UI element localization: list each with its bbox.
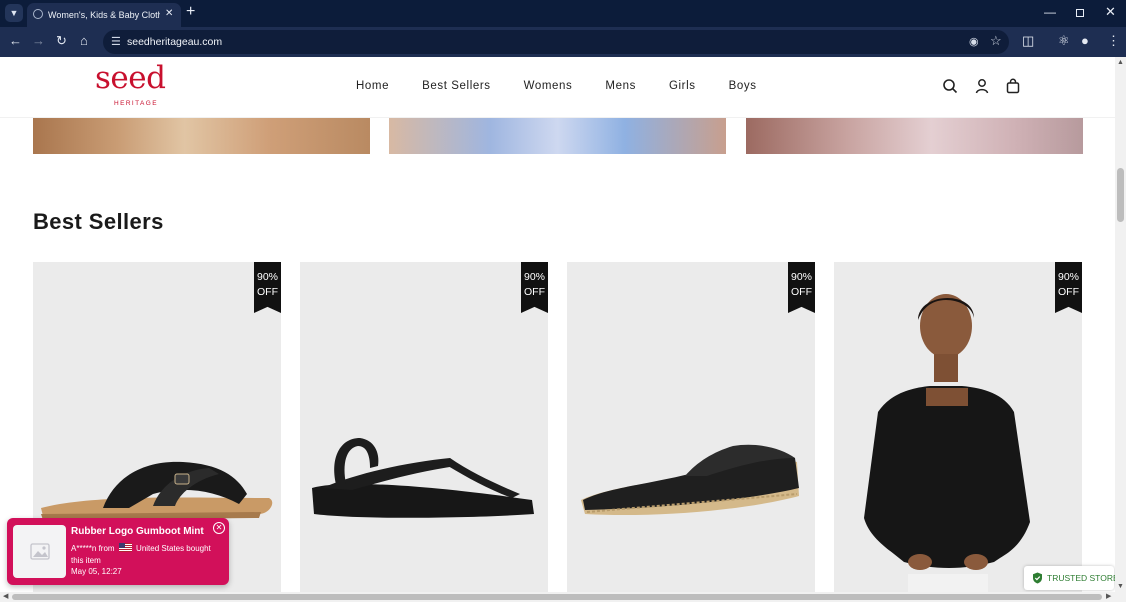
url-text[interactable]: seedheritageau.com [127, 35, 222, 49]
minimize-icon[interactable]: — [1044, 5, 1056, 19]
home-icon[interactable]: ⌂ [80, 33, 88, 49]
popup-time: May 05, 12:27 [71, 567, 122, 576]
browser-toolbar: ← → ↻ ⌂ ☰ seedheritageau.com ◉ ☆ ◫ ⚛ ● ⋮ [0, 27, 1126, 57]
nav-womens[interactable]: Womens [524, 78, 573, 94]
badge-percent: 90% [523, 271, 545, 283]
badge-off: OFF [1058, 286, 1079, 298]
badge-off: OFF [257, 286, 278, 298]
new-tab-icon[interactable]: + [186, 3, 195, 21]
bag-icon[interactable] [1005, 78, 1021, 94]
category-banner-womens[interactable] [33, 118, 370, 154]
discount-badge: 90% OFF [788, 262, 815, 313]
product-card[interactable]: 90% OFF [834, 262, 1082, 592]
trusted-store-label: TRUSTED STORE [1047, 573, 1119, 583]
extensions-icon[interactable]: ◫ [1022, 33, 1034, 49]
scroll-up-icon[interactable]: ▲ [1117, 59, 1124, 67]
popup-close-icon[interactable]: ✕ [213, 522, 225, 534]
nav-home[interactable]: Home [356, 78, 389, 94]
popup-location: United States bought [136, 544, 211, 553]
us-flag-icon [118, 543, 132, 552]
main-nav: Home Best Sellers Womens Mens Girls Boys [356, 78, 790, 94]
window-close-icon[interactable]: ✕ [1105, 4, 1116, 20]
scroll-left-icon[interactable]: ◀ [3, 593, 8, 601]
product-image-sandal-flatform [312, 438, 534, 518]
address-bar[interactable]: ☰ seedheritageau.com ◉ ☆ [103, 30, 1009, 54]
user-icon[interactable] [974, 78, 990, 94]
category-banner-mens[interactable] [389, 118, 726, 154]
tab-close-icon[interactable]: ✕ [165, 8, 173, 20]
nav-girls[interactable]: Girls [669, 78, 696, 94]
popup-buyer: A*****n from [71, 544, 115, 553]
tab-title: Women's, Kids & Baby Clothing [48, 10, 160, 20]
search-icon[interactable] [942, 78, 958, 94]
popup-product-title[interactable]: Rubber Logo Gumboot Mint [71, 525, 204, 539]
vertical-scrollbar-thumb[interactable] [1117, 168, 1124, 222]
site-header: seed HERITAGE Home Best Sellers Womens M… [0, 57, 1115, 118]
popup-thumbnail [13, 525, 66, 578]
logo-subtitle: HERITAGE [114, 100, 158, 107]
shield-check-icon [1033, 572, 1042, 584]
profile-icon[interactable]: ● [1081, 33, 1089, 49]
tab-search-button[interactable]: ▼ [5, 4, 23, 22]
scroll-right-icon[interactable]: ▶ [1106, 593, 1111, 601]
popup-buyer-line: A*****n from United States bought [71, 543, 211, 555]
product-card[interactable]: 90% OFF [300, 262, 548, 592]
product-card[interactable]: 90% OFF [567, 262, 815, 592]
nav-mens[interactable]: Mens [605, 78, 636, 94]
reload-icon[interactable]: ↻ [56, 33, 67, 49]
product-image-espadrille [581, 444, 799, 516]
nav-best-sellers[interactable]: Best Sellers [422, 78, 491, 94]
eye-off-icon[interactable]: ◉ [969, 34, 979, 50]
horizontal-scrollbar-thumb[interactable] [12, 594, 1102, 600]
forward-icon[interactable]: → [32, 33, 45, 49]
back-icon[interactable]: ← [9, 33, 22, 49]
browser-tab[interactable]: Women's, Kids & Baby Clothing ✕ [27, 3, 181, 27]
discount-badge: 90% OFF [254, 262, 281, 313]
badge-percent: 90% [256, 271, 278, 283]
badge-percent: 90% [1057, 271, 1079, 283]
logo-wordmark: seed [95, 60, 166, 96]
browser-tab-bar: ▼ Women's, Kids & Baby Clothing ✕ + — ✕ [0, 0, 1126, 27]
badge-off: OFF [791, 286, 812, 298]
bookmark-star-icon[interactable]: ☆ [990, 33, 1002, 49]
section-title: Best Sellers [33, 209, 164, 234]
maximize-icon[interactable] [1076, 9, 1084, 17]
site-info-icon[interactable]: ☰ [111, 34, 121, 50]
image-placeholder-icon [30, 543, 50, 560]
labs-flask-icon[interactable]: ⚛ [1058, 33, 1070, 49]
badge-percent: 90% [790, 271, 812, 283]
badge-off: OFF [524, 286, 545, 298]
trusted-store-badge[interactable]: TRUSTED STORE [1024, 566, 1119, 590]
discount-badge: 90% OFF [1055, 262, 1082, 313]
browser-menu-icon[interactable]: ⋮ [1107, 33, 1120, 49]
discount-badge: 90% OFF [521, 262, 548, 313]
category-banner-kids[interactable] [746, 118, 1083, 154]
recent-purchase-popup[interactable]: Rubber Logo Gumboot Mint A*****n from Un… [7, 518, 229, 585]
scroll-down-icon[interactable]: ▼ [1117, 583, 1124, 591]
globe-icon [33, 9, 43, 19]
product-image-black-blouse [864, 294, 1030, 592]
vertical-scrollbar[interactable] [1115, 57, 1126, 592]
nav-boys[interactable]: Boys [729, 78, 757, 94]
